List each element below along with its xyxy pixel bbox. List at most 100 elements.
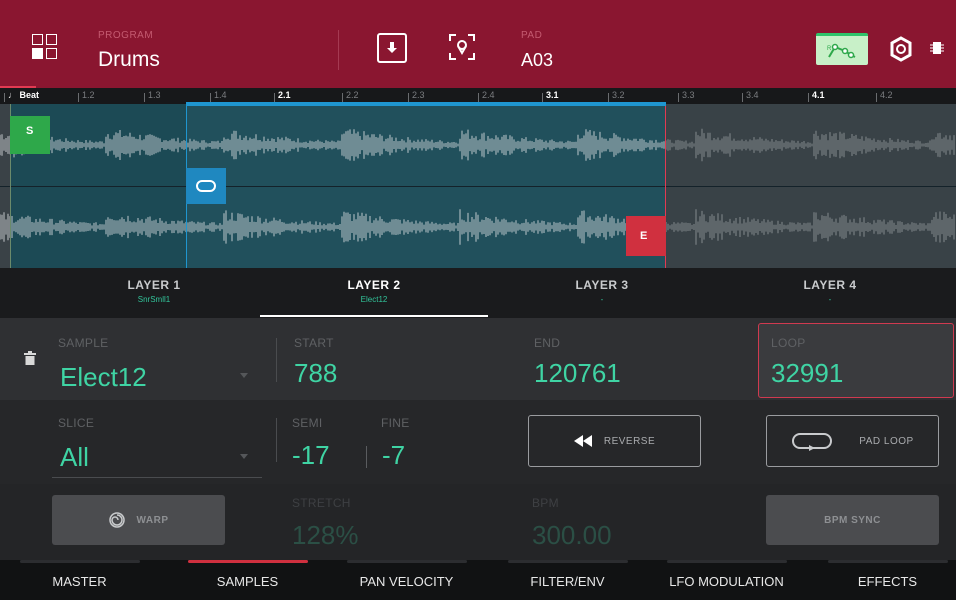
layer-tab-1[interactable]: LAYER 1 SnrSmll1 <box>40 268 268 318</box>
ruler-tick: 3.4 <box>742 90 759 102</box>
envelope-button[interactable]: R <box>816 33 868 65</box>
tab-indicator <box>347 560 467 563</box>
envelope-icon: R <box>827 43 856 58</box>
warp-button[interactable]: WARP <box>52 495 225 545</box>
tab-indicator <box>20 560 140 563</box>
header-divider <box>338 30 339 70</box>
layer-sample: - <box>828 295 832 304</box>
start-value[interactable]: 788 <box>294 358 337 389</box>
active-layer-indicator <box>260 315 488 317</box>
layer-sample: Elect12 <box>360 295 388 304</box>
loop-icon <box>196 180 216 192</box>
slice-underline <box>52 477 262 478</box>
ruler-tick: 3.1 <box>542 90 559 102</box>
tab-indicator <box>667 560 787 563</box>
sample-label: SAMPLE <box>58 336 109 350</box>
ruler-tick: 4.2 <box>876 90 893 102</box>
chevron-down-icon[interactable] <box>240 373 248 378</box>
layer-sample: - <box>600 295 604 304</box>
tab-label: SAMPLES <box>216 574 279 589</box>
fine-value[interactable]: -7 <box>382 440 405 471</box>
page-dots <box>236 593 260 596</box>
semi-label: SEMI <box>292 416 323 430</box>
tab-label: MASTER <box>52 574 107 589</box>
pad-loop-button[interactable]: PAD LOOP <box>766 415 939 467</box>
bpm-label: BPM <box>532 496 559 510</box>
sample-edit-screen: PROGRAM Drums PAD A03 R ♩ Beat 1.2 1.3 1… <box>0 0 956 600</box>
start-marker[interactable]: S <box>10 116 50 154</box>
tab-lfo-modulation[interactable]: LFO MODULATION <box>647 560 806 600</box>
loop-field[interactable]: LOOP 32991 <box>758 323 954 398</box>
waveform-view[interactable]: S E <box>0 102 956 268</box>
program-value[interactable]: Drums <box>98 48 160 72</box>
tab-label: PAN VELOCITY <box>359 574 454 589</box>
beat-label: ♩ Beat <box>3 90 40 102</box>
loop-marker[interactable] <box>186 168 226 204</box>
loop-range-bar <box>186 102 666 106</box>
param-divider <box>276 418 277 462</box>
layer-tab-3[interactable]: LAYER 3 - <box>488 268 716 318</box>
pad-value[interactable]: A03 <box>521 50 553 71</box>
fine-label: FINE <box>381 416 410 430</box>
tab-effects[interactable]: EFFECTS <box>808 560 956 600</box>
ruler-tick: 1.4 <box>210 90 227 102</box>
semi-fine-divider <box>366 446 367 468</box>
layer-name: LAYER 3 <box>575 278 629 292</box>
ruler-tick: 1.2 <box>78 90 95 102</box>
start-label: START <box>294 336 334 350</box>
tab-label: EFFECTS <box>857 574 918 589</box>
ruler-tick: 2.2 <box>342 90 359 102</box>
layer-tab-4[interactable]: LAYER 4 - <box>716 268 944 318</box>
ruler-tick: 2.1 <box>274 90 291 102</box>
end-label: END <box>534 336 561 350</box>
ruler-tick: 3.2 <box>608 90 625 102</box>
trash-icon[interactable] <box>24 351 36 365</box>
tab-label: FILTER/ENV <box>530 574 605 589</box>
chip-icon[interactable] <box>930 41 944 55</box>
program-label: PROGRAM <box>98 30 154 41</box>
loop-icon <box>792 433 833 451</box>
warp-icon <box>108 512 125 528</box>
bpm-value: 300.00 <box>532 520 612 550</box>
tab-filter-env[interactable]: FILTER/ENV <box>488 560 647 600</box>
locate-icon[interactable] <box>448 33 476 61</box>
bottom-tabs: MASTER SAMPLES PAN VELOCITY FILTER/ENV L… <box>0 560 956 600</box>
tab-indicator <box>828 560 948 563</box>
ruler-tick: 3.3 <box>678 90 695 102</box>
tab-label: LFO MODULATION <box>669 574 784 589</box>
reverse-button[interactable]: REVERSE <box>528 415 701 467</box>
header-bar: PROGRAM Drums PAD A03 R <box>0 0 956 88</box>
chevron-down-icon[interactable] <box>240 454 248 459</box>
end-value[interactable]: 120761 <box>534 358 621 389</box>
ruler-tick: 4.1 <box>808 90 825 102</box>
end-marker[interactable]: E <box>626 216 666 256</box>
slice-value[interactable]: All <box>60 442 89 473</box>
stretch-value: 128% <box>292 520 359 550</box>
ruler-tick: 2.3 <box>408 90 425 102</box>
loop-value: 32991 <box>771 358 844 388</box>
pad-label: PAD <box>521 30 543 41</box>
menu-grid-icon[interactable] <box>32 34 58 60</box>
download-icon <box>387 42 397 53</box>
layer-sample: SnrSmll1 <box>137 295 171 304</box>
layer-name: LAYER 2 <box>347 278 401 292</box>
sample-value[interactable]: Elect12 <box>60 362 147 393</box>
tab-pan-velocity[interactable]: PAN VELOCITY <box>327 560 486 600</box>
ruler-tick: 1.3 <box>144 90 161 102</box>
rewind-icon <box>573 435 592 447</box>
param-divider <box>276 338 277 382</box>
layer-name: LAYER 4 <box>803 278 857 292</box>
slice-label: SLICE <box>58 416 95 430</box>
bpm-sync-button[interactable]: BPM SYNC <box>766 495 939 545</box>
tab-master[interactable]: MASTER <box>0 560 159 600</box>
tab-indicator <box>188 560 308 563</box>
download-button[interactable] <box>377 33 407 63</box>
semi-value[interactable]: -17 <box>292 440 330 471</box>
tab-indicator <box>508 560 628 563</box>
layer-name: LAYER 1 <box>127 278 181 292</box>
gear-icon[interactable] <box>888 36 914 62</box>
reverse-label: REVERSE <box>603 435 656 447</box>
bpm-sync-label: BPM SYNC <box>824 514 881 526</box>
layer-tab-2[interactable]: LAYER 2 Elect12 <box>260 268 488 318</box>
ruler-tick: 2.4 <box>478 90 495 102</box>
